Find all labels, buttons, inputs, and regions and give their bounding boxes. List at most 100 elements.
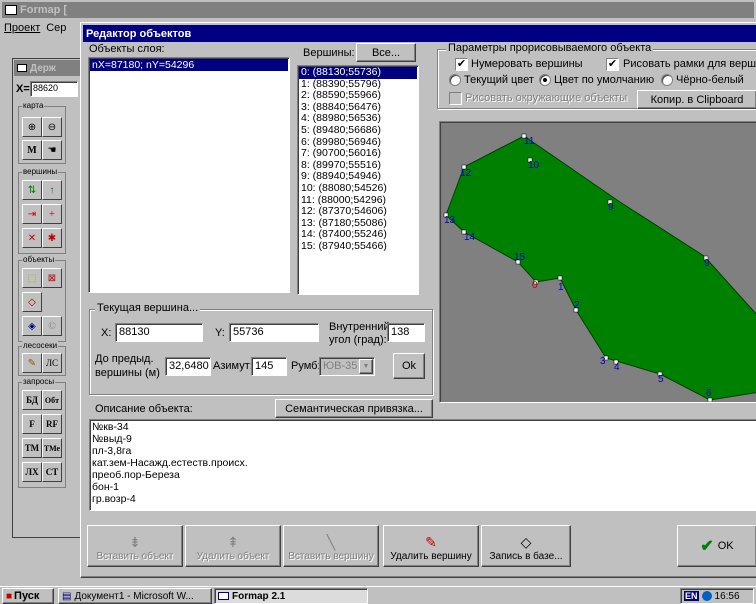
vertex-list-item[interactable]: 0: (88130;55736) (299, 66, 417, 79)
network-icon[interactable] (701, 591, 712, 601)
semantic-binding-button[interactable]: Семантическая привязка... (275, 399, 433, 418)
vertex-number-label: 2 (574, 300, 580, 311)
taskbar-item-formap[interactable]: Formap 2.1 (214, 588, 368, 604)
start-label: Пуск (14, 590, 40, 602)
map-subwindow-title: Держ (30, 62, 56, 74)
delete-object-button: ⇞ Удалить объект (185, 525, 281, 567)
obt-button[interactable]: Обт (42, 390, 62, 410)
rumb-dropdown-icon[interactable]: ▼ (359, 359, 373, 374)
object-preview[interactable]: 0 1 2 3 4 5 6 9 9 10 11 12 13 14 15 (439, 121, 756, 403)
zoom-out-icon[interactable]: ⊖ (42, 117, 62, 137)
description-line: преоб.пор-Береза (92, 469, 180, 481)
start-button[interactable]: ■ Пуск (2, 588, 54, 604)
default-color-radio[interactable] (539, 74, 551, 86)
hand-icon[interactable]: ☚ (42, 140, 62, 160)
object-shape-icon[interactable]: ◇ (22, 292, 42, 312)
vertex-x-label: X: (101, 327, 112, 339)
current-vertex-title: Текущая вершина... (95, 302, 201, 314)
prev-distance-label-1: До предыд. (95, 353, 154, 365)
vertex-y-label: Y: (215, 327, 225, 339)
x-coord-label: X= (16, 83, 30, 95)
delete-vertex-label: Удалить вершину (390, 551, 472, 562)
toolbox: карта ⊕ ⊖ M ☚ вершины ⇅ ↑ ⇥ + ✕ ✱ объект… (16, 100, 68, 520)
map-m-button[interactable]: M (22, 140, 42, 160)
clock: 16:56 (714, 590, 740, 602)
object-disabled-icon: © (42, 316, 62, 336)
taskbar-item-word[interactable]: ▤ Документ1 - Microsoft W... (58, 588, 212, 604)
menu-service[interactable]: Сер (46, 22, 66, 36)
f-button[interactable]: F (22, 414, 42, 434)
save-to-db-button[interactable]: ◇ Запись в базе... (481, 525, 571, 567)
current-color-label: Текущий цвет (464, 74, 534, 86)
delete-object-label: Удалить объект (196, 551, 270, 562)
vertex-list-item[interactable]: 10: (88080;54526) (299, 182, 417, 195)
taskbar: ■ Пуск ▤ Документ1 - Microsoft W... Form… (0, 586, 756, 604)
vertex-marker[interactable] (557, 275, 563, 281)
vertex-y-field[interactable]: 55736 (229, 323, 319, 342)
vertex-up-icon[interactable]: ↑ (42, 180, 62, 200)
tm-button[interactable]: ТМ (22, 438, 42, 458)
number-vertices-checkbox[interactable]: ✔ (455, 58, 468, 71)
layer-object-item[interactable]: nX=87180; nY=54296 (90, 59, 288, 71)
save-to-db-icon: ◇ (520, 534, 532, 550)
formap-icon (218, 592, 229, 600)
lang-indicator[interactable]: EN (684, 591, 699, 601)
insert-object-label: Вставить объект (96, 551, 174, 562)
vertex-add-icon[interactable]: ⇥ (22, 204, 42, 224)
rumb-label: Румб: (291, 360, 321, 372)
vertices-label: Вершины: (303, 47, 355, 59)
st-button[interactable]: СТ (42, 462, 62, 482)
all-vertices-button[interactable]: Все... (356, 43, 416, 62)
vertex-move-icon[interactable]: ⇅ (22, 180, 42, 200)
azimuth-field[interactable]: 145 (251, 357, 287, 376)
object-cross-icon[interactable]: ⊠ (42, 268, 62, 288)
vertex-delete-icon[interactable]: ✕ (22, 228, 42, 248)
description-line: №выд-9 (92, 433, 132, 445)
vertex-number-label: 13 (444, 215, 456, 226)
description-line: №кв-34 (92, 421, 129, 433)
inner-angle-field[interactable]: 138 (387, 323, 425, 342)
description-text[interactable]: №кв-34 №выд-9 пл-3,8га кат.зем-Насажд.естес… (89, 419, 756, 511)
dialog-ok-button[interactable]: ✔ OK (677, 525, 756, 567)
layer-objects-list[interactable]: nX=87180; nY=54296 (88, 57, 290, 293)
insert-object-icon: ⇟ (129, 534, 141, 550)
description-label: Описание объекта: (95, 403, 193, 415)
db-button[interactable]: БД (22, 390, 42, 410)
vertex-x-field[interactable]: 88130 (115, 323, 203, 342)
ls-button[interactable]: ЛС (42, 353, 62, 373)
delete-vertex-button[interactable]: ✎ Удалить вершину (383, 525, 479, 567)
rf-button[interactable]: RF (42, 414, 62, 434)
draw-params-title: Параметры прорисовываемого объекта (446, 42, 654, 54)
vertices-list[interactable]: 0: (88130;55736) 1: (88390;55796) 2: (8859… (297, 65, 419, 295)
object-edit-icon[interactable]: ◈ (22, 316, 42, 336)
object-select-icon[interactable]: ⬚ (22, 268, 42, 288)
insert-vertex-icon: ╲ (326, 534, 336, 550)
taskbar-item-formap-label: Formap 2.1 (232, 590, 286, 602)
bw-radio[interactable] (661, 74, 673, 86)
vertex-list-item[interactable]: 12: (87370;54606) (299, 206, 417, 218)
x-coord-field[interactable]: 88620 (30, 81, 78, 97)
app-icon (5, 5, 17, 15)
zoom-in-icon[interactable]: ⊕ (22, 117, 42, 137)
dialog-title: Редактор объектов (86, 27, 192, 40)
vertex-delete-all-icon[interactable]: ✱ (42, 228, 62, 248)
vertex-insert-icon[interactable]: + (42, 204, 62, 224)
vertex-list-item[interactable]: 15: (87940;55466) (299, 240, 417, 253)
tme-button[interactable]: ТМе (42, 438, 62, 458)
vertex-list-item[interactable]: 7: (90700;56016) (299, 148, 417, 160)
prev-distance-field[interactable]: 32,6480 (165, 357, 211, 376)
description-line: гр.возр-4 (92, 493, 136, 505)
prev-distance-label-2: вершины (м) (95, 367, 160, 379)
lh-button[interactable]: ЛХ (22, 462, 42, 482)
vertex-ok-button[interactable]: Ok (393, 353, 425, 379)
pen-icon[interactable]: ✎ (22, 353, 42, 373)
draw-frames-checkbox[interactable]: ✔ (606, 58, 619, 71)
vertex-number-label: 15 (514, 252, 526, 263)
inner-angle-label-1: Внутренний (329, 321, 390, 333)
current-color-radio[interactable] (449, 74, 461, 86)
insert-object-button: ⇟ Вставить объект (87, 525, 183, 567)
vertex-list-item[interactable]: 5: (89480;56686) (299, 124, 417, 137)
menu-project[interactable]: Проект (4, 22, 40, 36)
vertex-number-label: 6 (706, 388, 712, 399)
copy-clipboard-button[interactable]: Копир. в Clipboard (637, 90, 756, 109)
